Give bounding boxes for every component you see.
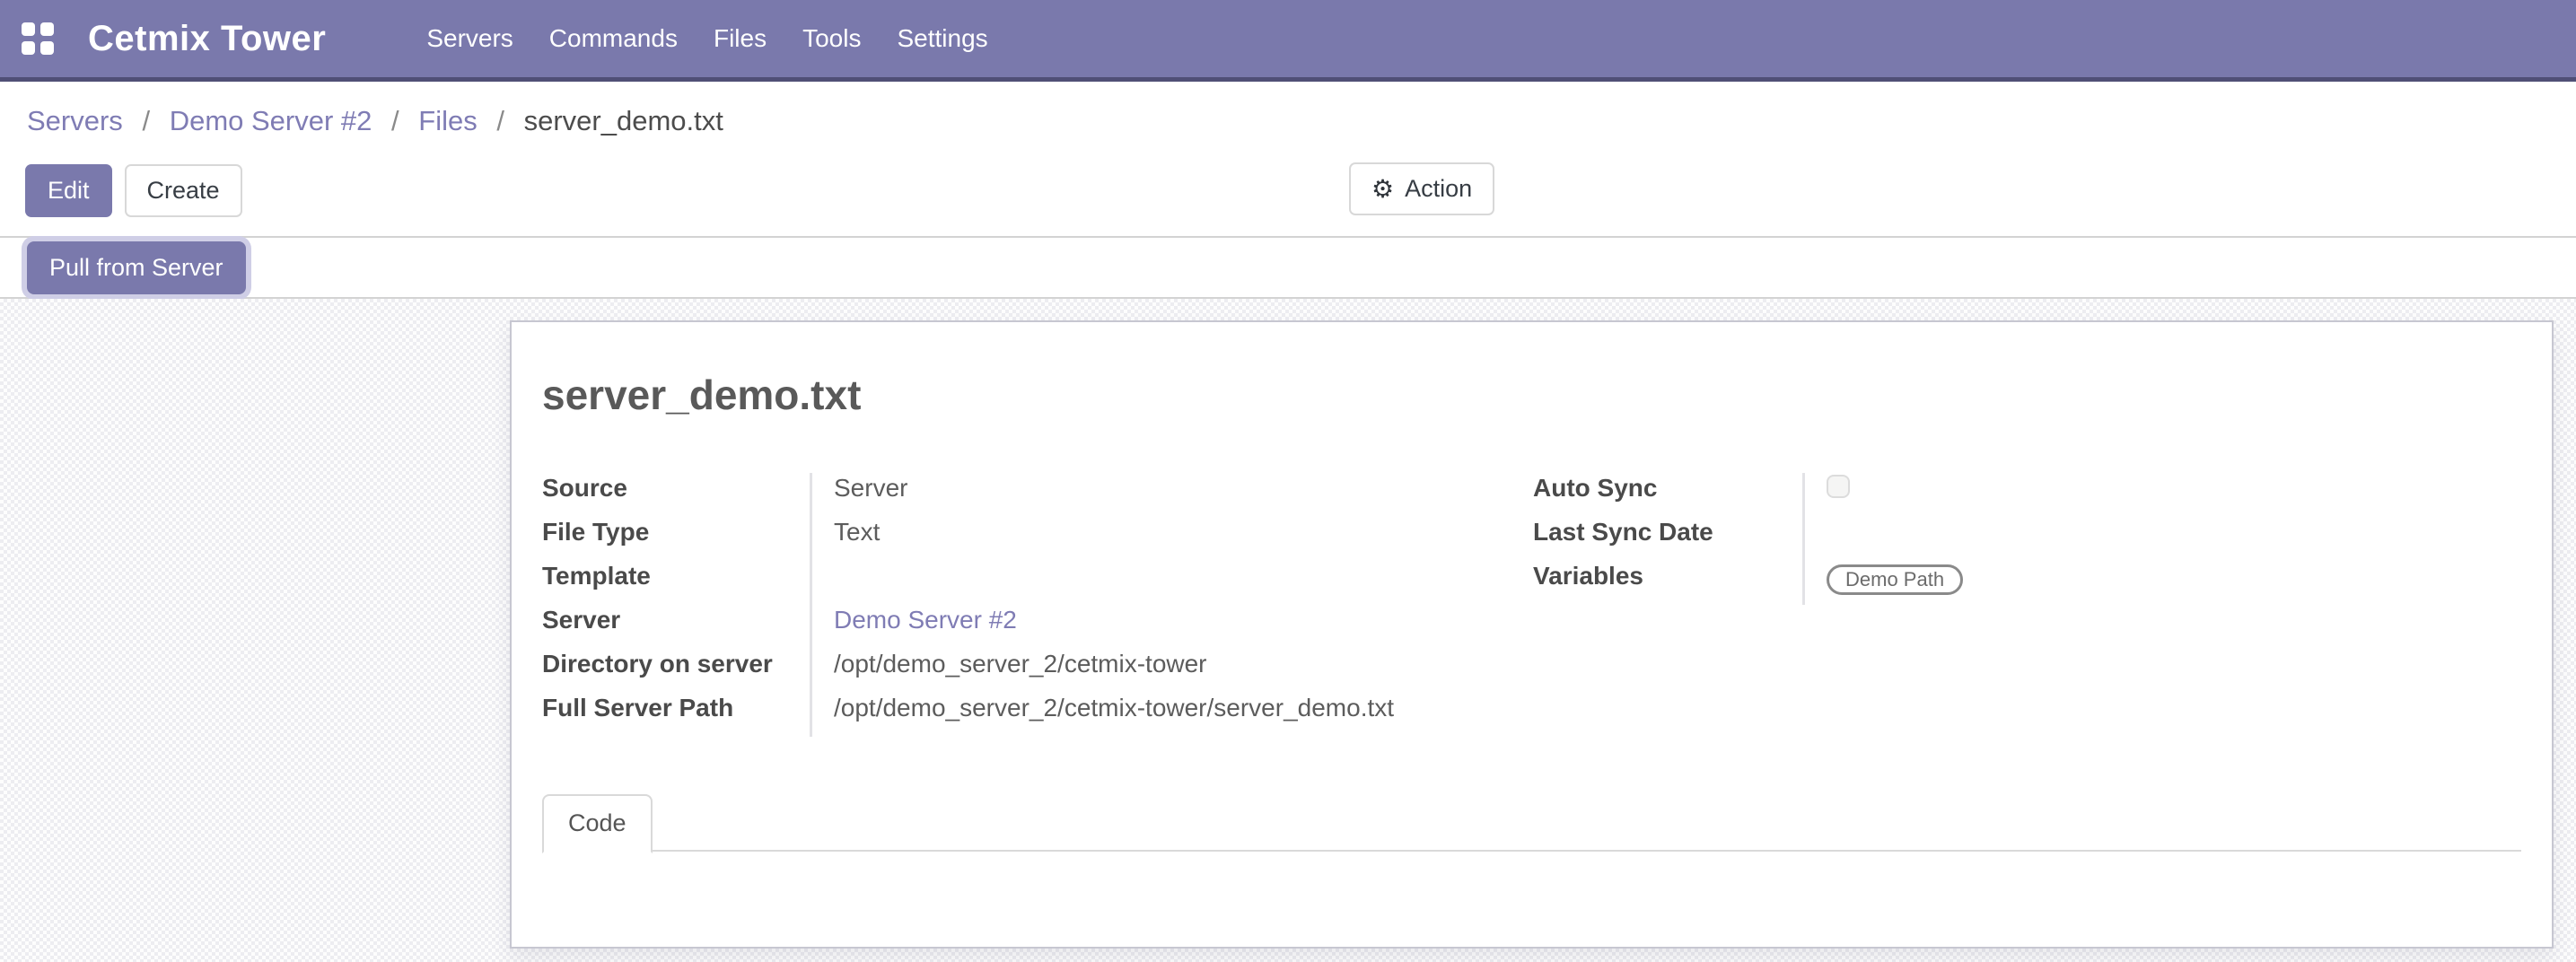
code-tab-content (542, 852, 2521, 932)
app-brand[interactable]: Cetmix Tower (88, 19, 326, 59)
breadcrumb-current: server_demo.txt (524, 105, 723, 136)
field-row-full-server-path: Full Server Path /opt/demo_server_2/cetm… (542, 693, 1533, 737)
nav-item-files[interactable]: Files (696, 24, 784, 53)
field-row-template: Template (542, 561, 1533, 605)
field-label-file-type: File Type (542, 517, 810, 561)
apps-grid-square (40, 22, 54, 36)
top-navbar: Cetmix Tower Servers Commands Files Tool… (0, 0, 2576, 82)
file-name-title: server_demo.txt (542, 371, 2521, 419)
field-row-server: Server Demo Server #2 (542, 605, 1533, 649)
field-label-last-sync-date: Last Sync Date (1533, 517, 1802, 561)
field-group-left: Source Server File Type Text Template Se… (542, 473, 1533, 737)
field-row-last-sync-date: Last Sync Date (1533, 517, 2521, 561)
nav-item-servers[interactable]: Servers (408, 24, 530, 53)
field-label-template: Template (542, 561, 810, 605)
field-label-source: Source (542, 473, 810, 517)
field-value-source: Server (834, 474, 907, 502)
breadcrumb-link-demo-server-2[interactable]: Demo Server #2 (170, 105, 372, 136)
field-row-source: Source Server (542, 473, 1533, 517)
edit-button[interactable]: Edit (25, 164, 112, 217)
apps-menu-icon[interactable] (22, 22, 54, 55)
field-row-file-type: File Type Text (542, 517, 1533, 561)
pull-from-server-button[interactable]: Pull from Server (27, 241, 246, 294)
field-label-variables: Variables (1533, 561, 1802, 605)
field-group-right: Auto Sync Last Sync Date Variables Demo … (1533, 473, 2521, 605)
field-label-server: Server (542, 605, 810, 649)
field-row-auto-sync: Auto Sync (1533, 473, 2521, 517)
form-sheet: server_demo.txt Source Server File Type … (510, 320, 2554, 949)
field-groups: Source Server File Type Text Template Se… (542, 473, 2521, 737)
apps-grid-square (40, 41, 54, 55)
nav-item-tools[interactable]: Tools (784, 24, 879, 53)
field-value-full-server-path: /opt/demo_server_2/cetmix-tower/server_d… (834, 694, 1394, 722)
control-panel: Servers / Demo Server #2 / Files / serve… (0, 82, 2576, 236)
top-menu: Servers Commands Files Tools Settings (408, 24, 1005, 53)
form-view-background: server_demo.txt Source Server File Type … (0, 299, 2576, 962)
breadcrumb-separator: / (142, 105, 150, 136)
breadcrumb-link-files[interactable]: Files (418, 105, 477, 136)
field-label-directory-on-server: Directory on server (542, 649, 810, 693)
action-menu-label: Action (1405, 174, 1472, 204)
nav-item-settings[interactable]: Settings (879, 24, 1005, 53)
field-row-directory-on-server: Directory on server /opt/demo_server_2/c… (542, 649, 1533, 693)
breadcrumb-link-servers[interactable]: Servers (27, 105, 123, 136)
field-value-server-link[interactable]: Demo Server #2 (834, 606, 1017, 634)
field-label-full-server-path: Full Server Path (542, 693, 810, 737)
gear-icon: ⚙ (1371, 177, 1394, 202)
control-panel-buttons: Edit Create (25, 164, 242, 217)
field-value-file-type: Text (834, 518, 880, 546)
breadcrumb: Servers / Demo Server #2 / Files / serve… (27, 105, 723, 137)
notebook: Code (542, 792, 2521, 932)
form-statusbar: Pull from Server (0, 236, 2576, 299)
auto-sync-checkbox[interactable] (1827, 475, 1850, 498)
action-menu-button[interactable]: ⚙ Action (1349, 162, 1494, 215)
page: Cetmix Tower Servers Commands Files Tool… (0, 0, 2576, 962)
variable-tag-demo-path[interactable]: Demo Path (1827, 564, 1963, 595)
breadcrumb-separator: / (391, 105, 399, 136)
nav-item-commands[interactable]: Commands (531, 24, 696, 53)
apps-grid-square (22, 41, 35, 55)
field-value-directory-on-server: /opt/demo_server_2/cetmix-tower (834, 650, 1207, 678)
notebook-tabs-header: Code (542, 792, 2521, 852)
breadcrumb-separator: / (496, 105, 504, 136)
create-button[interactable]: Create (125, 164, 242, 217)
tab-code[interactable]: Code (542, 794, 653, 853)
field-label-auto-sync: Auto Sync (1533, 473, 1802, 517)
apps-grid-square (22, 22, 35, 36)
field-row-variables: Variables Demo Path (1533, 561, 2521, 605)
